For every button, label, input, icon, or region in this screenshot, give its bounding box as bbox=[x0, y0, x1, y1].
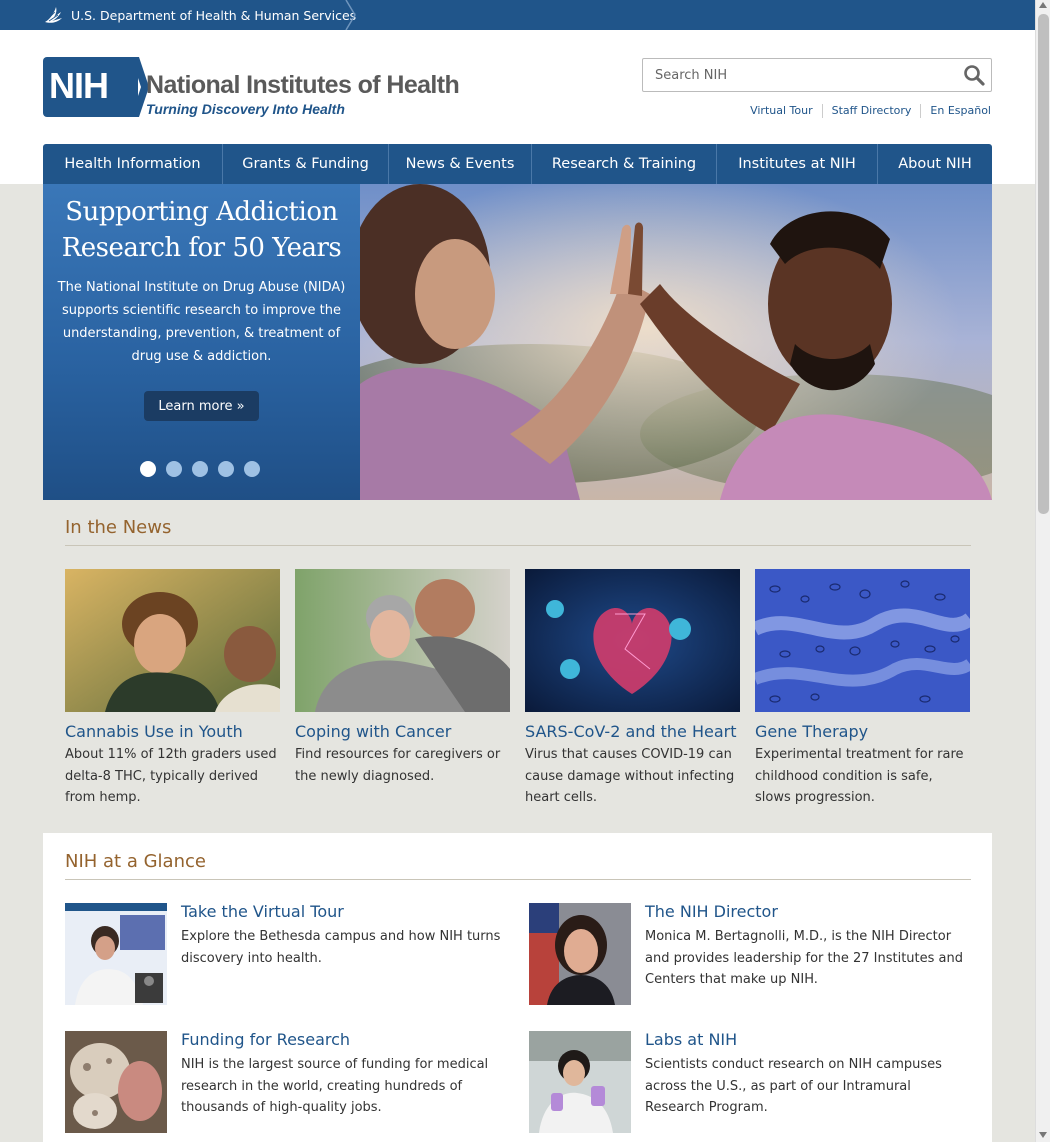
hhs-top-bar: U.S. Department of Health & Human Servic… bbox=[0, 0, 1035, 30]
hero-carousel: Supporting Addiction Research for 50 Yea… bbox=[43, 184, 992, 500]
nav-research-training[interactable]: Research & Training bbox=[532, 144, 717, 184]
glance-item-labs: Labs at NIH Scientists conduct research … bbox=[529, 1030, 971, 1133]
hero-title: Supporting Addiction Research for 50 Yea… bbox=[61, 197, 342, 263]
glance-title-virtual-tour[interactable]: Take the Virtual Tour bbox=[181, 902, 344, 921]
glance-divider bbox=[65, 879, 971, 880]
scroll-down-arrow-icon[interactable] bbox=[1039, 1132, 1047, 1138]
hhs-chevron-icon bbox=[345, 0, 356, 30]
virtual-tour-link[interactable]: Virtual Tour bbox=[741, 104, 822, 118]
nav-health-information[interactable]: Health Information bbox=[43, 144, 223, 184]
logo-title: National Institutes of Health bbox=[146, 71, 460, 99]
main-nav: Health Information Grants & Funding News… bbox=[43, 144, 992, 184]
news-card-heart: SARS-CoV-2 and the Heart Virus that caus… bbox=[525, 569, 740, 809]
nav-grants-funding[interactable]: Grants & Funding bbox=[223, 144, 389, 184]
glance-image-funding[interactable] bbox=[65, 1031, 167, 1133]
hhs-link[interactable]: U.S. Department of Health & Human Servic… bbox=[43, 0, 356, 30]
glance-item-funding: Funding for Research NIH is the largest … bbox=[65, 1030, 507, 1133]
hhs-label: U.S. Department of Health & Human Servic… bbox=[71, 7, 357, 23]
glance-desc-funding: NIH is the largest source of funding for… bbox=[181, 1057, 489, 1115]
utility-links: Virtual Tour Staff Directory En Español bbox=[0, 104, 991, 118]
glance-desc-director: Monica M. Bertagnolli, M.D., is the NIH … bbox=[645, 929, 963, 987]
glance-image-nih-director[interactable] bbox=[529, 903, 631, 1005]
news-image-gene-therapy[interactable] bbox=[755, 569, 970, 712]
glance-image-virtual-tour[interactable] bbox=[65, 903, 167, 1005]
carousel-dot-3[interactable] bbox=[192, 461, 208, 477]
nih-logo-abbr: NIH bbox=[49, 65, 109, 106]
hero-text-panel: Supporting Addiction Research for 50 Yea… bbox=[43, 184, 360, 500]
nav-news-events[interactable]: News & Events bbox=[389, 144, 532, 184]
news-card-cannabis: Cannabis Use in Youth About 11% of 12th … bbox=[65, 569, 280, 809]
hhs-eagle-icon bbox=[45, 7, 62, 23]
en-espanol-link[interactable]: En Español bbox=[920, 104, 991, 118]
glance-image-labs[interactable] bbox=[529, 1031, 631, 1133]
news-desc-heart: Virus that causes COVID-19 can cause dam… bbox=[525, 747, 735, 805]
nih-at-a-glance-section: NIH at a Glance Take the Virtual Tour Ex… bbox=[43, 833, 992, 1142]
news-image-covid-heart[interactable] bbox=[525, 569, 740, 712]
news-title-cannabis[interactable]: Cannabis Use in Youth bbox=[65, 722, 280, 741]
news-divider bbox=[65, 545, 971, 546]
page-scrollbar[interactable] bbox=[1035, 0, 1050, 1142]
scrollbar-thumb[interactable] bbox=[1038, 14, 1049, 514]
carousel-dot-2[interactable] bbox=[166, 461, 182, 477]
news-desc-cannabis: About 11% of 12th graders used delta-8 T… bbox=[65, 747, 277, 805]
news-card-cancer: Coping with Cancer Find resources for ca… bbox=[295, 569, 510, 787]
hero-image-high-five[interactable] bbox=[360, 184, 992, 500]
search-icon[interactable] bbox=[963, 64, 985, 86]
news-section-title: In the News bbox=[65, 517, 172, 538]
news-image-coping-cancer[interactable] bbox=[295, 569, 510, 712]
glance-title-labs[interactable]: Labs at NIH bbox=[645, 1030, 737, 1049]
hero-body: The National Institute on Drug Abuse (NI… bbox=[57, 280, 346, 364]
carousel-dot-4[interactable] bbox=[218, 461, 234, 477]
news-image-cannabis-youth[interactable] bbox=[65, 569, 280, 712]
nav-about-nih[interactable]: About NIH bbox=[878, 144, 992, 184]
staff-directory-link[interactable]: Staff Directory bbox=[821, 104, 921, 118]
news-desc-gene-therapy: Experimental treatment for rare childhoo… bbox=[755, 747, 964, 805]
glance-title-funding[interactable]: Funding for Research bbox=[181, 1030, 350, 1049]
scroll-up-arrow-icon[interactable] bbox=[1039, 2, 1047, 8]
carousel-dot-1[interactable] bbox=[140, 461, 156, 477]
news-title-cancer[interactable]: Coping with Cancer bbox=[295, 722, 510, 741]
news-card-gene-therapy: Gene Therapy Experimental treatment for … bbox=[755, 569, 970, 809]
glance-section-title: NIH at a Glance bbox=[65, 851, 206, 872]
news-title-heart[interactable]: SARS-CoV-2 and the Heart bbox=[525, 722, 740, 741]
in-the-news-section: In the News Cannabis Use in Youth About … bbox=[43, 500, 992, 833]
nav-institutes[interactable]: Institutes at NIH bbox=[717, 144, 878, 184]
carousel-dot-5[interactable] bbox=[244, 461, 260, 477]
glance-desc-virtual-tour: Explore the Bethesda campus and how NIH … bbox=[181, 929, 501, 966]
glance-item-director: The NIH Director Monica M. Bertagnolli, … bbox=[529, 902, 971, 1005]
news-title-gene-therapy[interactable]: Gene Therapy bbox=[755, 722, 970, 741]
learn-more-button[interactable]: Learn more » bbox=[144, 391, 259, 421]
glance-item-virtual-tour: Take the Virtual Tour Explore the Bethes… bbox=[65, 902, 507, 1005]
carousel-dots bbox=[140, 461, 260, 477]
glance-desc-labs: Scientists conduct research on NIH campu… bbox=[645, 1057, 942, 1115]
search-box bbox=[642, 58, 992, 92]
news-desc-cancer: Find resources for caregivers or the new… bbox=[295, 747, 501, 784]
glance-title-director[interactable]: The NIH Director bbox=[645, 902, 778, 921]
search-input[interactable] bbox=[643, 59, 953, 91]
